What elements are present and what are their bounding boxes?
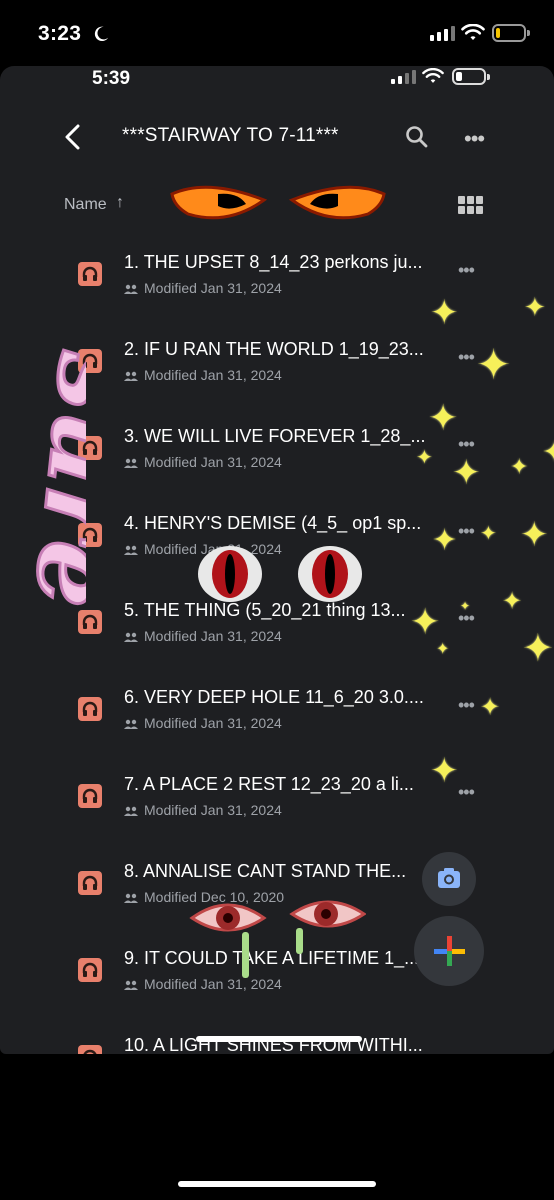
- file-name: 1. THE UPSET 8_14_23 perkons ju...: [124, 252, 423, 272]
- shared-people-icon: [124, 633, 138, 643]
- audio-file-icon: [78, 871, 102, 895]
- camera-icon: [438, 868, 460, 888]
- audio-file-icon: [78, 610, 102, 634]
- file-row[interactable]: 7. A PLACE 2 REST 12_23_20 a li... Modifi…: [0, 760, 554, 847]
- file-modified: Modified Jan 31, 2024: [124, 715, 282, 731]
- signal-icon: [430, 26, 455, 41]
- shared-people-icon: [124, 807, 138, 817]
- shared-people-icon: [124, 372, 138, 382]
- file-name: 5. THE THING (5_20_21 thing 13...: [124, 600, 406, 620]
- modified-text: Modified Jan 31, 2024: [144, 541, 282, 557]
- file-more-icon[interactable]: •••: [458, 347, 475, 368]
- file-modified: Modified Jan 31, 2024: [124, 541, 282, 557]
- file-row[interactable]: 1. THE UPSET 8_14_23 perkons ju... Modifi…: [0, 238, 554, 325]
- file-more-icon[interactable]: •••: [458, 695, 475, 716]
- file-name: 3. WE WILL LIVE FOREVER 1_28_...: [124, 426, 426, 446]
- modified-text: Modified Jan 31, 2024: [144, 976, 282, 992]
- audio-file-icon: [78, 262, 102, 286]
- file-modified: Modified Jan 31, 2024: [124, 280, 282, 296]
- file-more-icon[interactable]: •••: [458, 434, 475, 455]
- shared-people-icon: [124, 720, 138, 730]
- file-modified: Modified Jan 31, 2024: [124, 454, 282, 470]
- wifi-icon: [461, 24, 485, 40]
- file-name: 6. VERY DEEP HOLE 11_6_20 3.0....: [124, 687, 424, 707]
- file-modified: Modified Dec 10, 2020: [124, 889, 284, 905]
- file-name: 2. IF U RAN THE WORLD 1_19_23...: [124, 339, 424, 359]
- grid-view-icon[interactable]: [458, 196, 484, 218]
- sort-by-name-button[interactable]: Name: [64, 196, 107, 214]
- scan-camera-button[interactable]: [422, 852, 476, 906]
- audio-file-icon: [78, 784, 102, 808]
- audio-file-icon: [78, 436, 102, 460]
- file-modified: Modified Jan 31, 2024: [124, 976, 282, 992]
- file-row[interactable]: 2. IF U RAN THE WORLD 1_19_23... Modified…: [0, 325, 554, 412]
- file-modified: Modified Jan 31, 2024: [124, 628, 282, 644]
- file-more-icon[interactable]: •••: [458, 260, 475, 281]
- file-name: 9. IT COULD TAKE A LIFETIME 1_...: [124, 948, 420, 968]
- file-name: 8. ANNALISE CANT STAND THE...: [124, 861, 407, 881]
- file-row[interactable]: 3. WE WILL LIVE FOREVER 1_28_... Modified…: [0, 412, 554, 499]
- shared-people-icon: [124, 285, 138, 295]
- file-modified: Modified Jan 31, 2024: [124, 367, 282, 383]
- file-more-icon[interactable]: •••: [458, 782, 475, 803]
- search-icon[interactable]: [404, 124, 430, 150]
- modified-text: Modified Jan 31, 2024: [144, 367, 282, 383]
- modified-text: Modified Jan 31, 2024: [144, 802, 282, 818]
- file-row[interactable]: 6. VERY DEEP HOLE 11_6_20 3.0.... Modifie…: [0, 673, 554, 760]
- shared-people-icon: [124, 894, 138, 904]
- folder-title: ***STAIRWAY TO 7-11***: [122, 125, 339, 146]
- plus-icon: [434, 936, 465, 966]
- modified-text: Modified Jan 31, 2024: [144, 715, 282, 731]
- sort-arrow-icon[interactable]: ↑: [116, 194, 124, 212]
- audio-file-icon: [78, 697, 102, 721]
- file-row[interactable]: 5. THE THING (5_20_21 thing 13... Modifie…: [0, 586, 554, 673]
- file-name: 7. A PLACE 2 REST 12_23_20 a li...: [124, 774, 414, 794]
- modified-text: Modified Jan 31, 2024: [144, 454, 282, 470]
- back-chevron-icon[interactable]: [62, 122, 84, 152]
- file-name: 4. HENRY'S DEMISE (4_5_ op1 sp...: [124, 513, 422, 533]
- new-item-button[interactable]: [414, 916, 484, 986]
- home-indicator: [178, 1181, 376, 1187]
- inner-wifi-icon: [422, 68, 444, 83]
- modified-text: Modified Jan 31, 2024: [144, 628, 282, 644]
- modified-text: Modified Dec 10, 2020: [144, 889, 285, 905]
- shared-people-icon: [124, 981, 138, 991]
- inner-signal-icon: [391, 70, 416, 84]
- outer-status-bar: 3:23: [0, 0, 554, 70]
- audio-file-icon: [78, 1045, 102, 1054]
- file-more-icon[interactable]: •••: [458, 608, 475, 629]
- battery-icon: [492, 24, 530, 42]
- inner-clock: 5:39: [92, 68, 131, 89]
- audio-file-icon: [78, 958, 102, 982]
- file-modified: Modified Jan 31, 2024: [124, 802, 282, 818]
- shared-people-icon: [124, 459, 138, 469]
- audio-file-icon: [78, 523, 102, 547]
- audio-file-icon: [78, 349, 102, 373]
- shared-people-icon: [124, 546, 138, 556]
- file-more-icon[interactable]: •••: [458, 521, 475, 542]
- modified-text: Modified Jan 31, 2024: [144, 280, 282, 296]
- more-options-icon[interactable]: •••: [464, 126, 485, 152]
- inner-battery-icon: [452, 68, 490, 85]
- inner-home-indicator: [196, 1036, 362, 1042]
- moon-icon: [94, 26, 109, 42]
- drive-folder-screen: 5:39 ***STAIRWAY TO 7-11*** ••• Name ↑ 1…: [0, 66, 554, 1054]
- file-row[interactable]: 4. HENRY'S DEMISE (4_5_ op1 sp... Modifie…: [0, 499, 554, 586]
- outer-clock: 3:23: [38, 22, 82, 45]
